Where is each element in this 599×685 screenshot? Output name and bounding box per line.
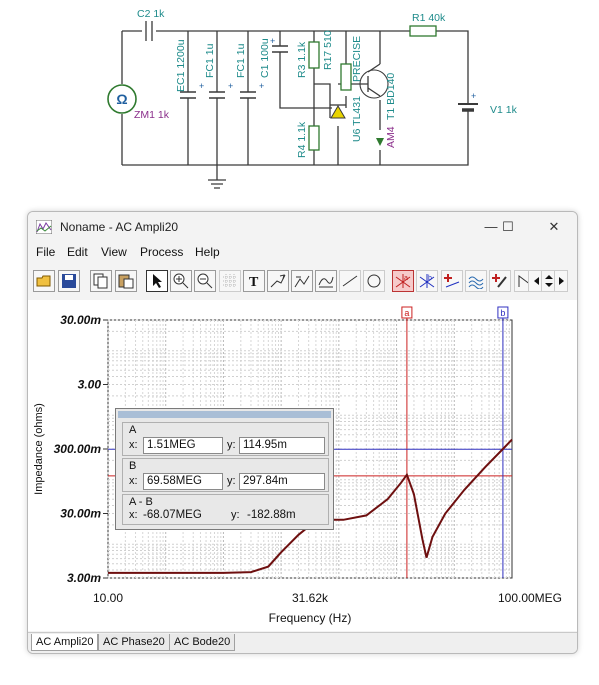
- zoom-in-icon[interactable]: [170, 270, 192, 292]
- label-r1: R1 40k: [412, 12, 446, 24]
- line-icon[interactable]: [339, 270, 361, 292]
- label-precise: PRECISE: [351, 36, 363, 82]
- marker-icon[interactable]: [441, 270, 463, 292]
- wave-icon[interactable]: [465, 270, 487, 292]
- label-r3: R3 1.1k: [296, 41, 308, 78]
- window-title: Noname - AC Ampli20: [60, 220, 179, 234]
- cursor-a-label: a: [404, 308, 409, 318]
- cursor-b-x-field[interactable]: 69.58MEG: [143, 473, 223, 490]
- cursor-diff-y-label: y:: [231, 509, 240, 521]
- menu-bar: File Edit View Process Help: [28, 242, 577, 262]
- svg-text:b: b: [428, 275, 432, 282]
- probe-icon[interactable]: [489, 270, 511, 292]
- cursor-a-x-label: x:: [129, 439, 138, 451]
- label-zm1: ZM1 1k: [134, 109, 170, 121]
- y-tick-label: 30.00m: [60, 507, 101, 521]
- svg-text:a: a: [404, 275, 408, 282]
- x-axis-label: Frequency (Hz): [269, 611, 352, 625]
- y-axis-label: Impedance (ohms): [33, 403, 45, 495]
- menu-process[interactable]: Process: [140, 245, 183, 259]
- menu-edit[interactable]: Edit: [67, 245, 88, 259]
- label-fc1a: FC1 1u: [204, 43, 216, 78]
- cursor-a-y-label: y:: [227, 439, 236, 451]
- label-c1: C1 100u: [259, 38, 271, 78]
- analysis-window: Noname - AC Ampli20 — ☐ ✕ File Edit View…: [27, 211, 578, 654]
- label-ec1: EC1 1200u: [175, 39, 187, 92]
- svg-text:+: +: [199, 81, 204, 91]
- label-t1: T1 BD140: [385, 73, 397, 120]
- save-icon[interactable]: [58, 270, 80, 292]
- analysis-tabs: AC Ampli20 AC Phase20 AC Bode20: [28, 632, 577, 653]
- circle-icon[interactable]: [363, 270, 385, 292]
- svg-text:Ω: Ω: [116, 91, 127, 107]
- cursor-b-label: B: [129, 460, 137, 472]
- plot-area[interactable]: 30.00m 3.00 300.00m 30.00m 3.00m 10.00 31.62k 1…: [28, 300, 577, 631]
- cursor-a-icon[interactable]: a: [392, 270, 414, 292]
- y-tick-label: 30.00m: [60, 313, 101, 327]
- label-am4: AM4: [385, 126, 397, 148]
- label-v1: V1 1k: [490, 104, 518, 116]
- cursor-readout-panel: A x: 1.51MEG y: 114.95m B x: 69.58MEG y:…: [115, 408, 334, 530]
- y-tick-label: 300.00m: [54, 442, 102, 456]
- app-icon: [36, 220, 52, 234]
- label-c2: C2 1k: [137, 8, 165, 20]
- text-icon[interactable]: T: [243, 270, 265, 292]
- tab-ac-bode20[interactable]: AC Bode20: [169, 634, 236, 651]
- pointer-icon[interactable]: [146, 270, 168, 292]
- circuit-schematic: Ω + + ++ + C2 1k R1 40k ZM1 1k V1 1k EC1 1…: [107, 8, 518, 189]
- y-tick-label: 3.00: [78, 378, 102, 392]
- cursor-a-x-field[interactable]: 1.51MEG: [143, 437, 223, 454]
- cursor-diff-group: A - B x: -68.07MEG y: -182.88m: [122, 494, 329, 525]
- cursor-b-group: B x: 69.58MEG y: 297.84m: [122, 458, 329, 492]
- grid-icon[interactable]: [219, 270, 241, 292]
- cursor-diff-x-value: -68.07MEG: [143, 509, 202, 521]
- label-fc1b: FC1 1u: [235, 43, 247, 78]
- title-bar[interactable]: Noname - AC Ampli20 — ☐ ✕: [28, 212, 577, 242]
- label-r4: R4 1.1k: [296, 121, 308, 158]
- scroll-right-icon[interactable]: [554, 270, 568, 292]
- label-u6: U6 TL431: [351, 96, 363, 142]
- cursor-b-icon[interactable]: b: [416, 270, 438, 292]
- svg-text:+: +: [471, 91, 476, 101]
- cursor-a-group: A x: 1.51MEG y: 114.95m: [122, 422, 329, 456]
- menu-help[interactable]: Help: [195, 245, 220, 259]
- cursor-a-label: A: [129, 424, 137, 436]
- draw-icon[interactable]: [267, 270, 289, 292]
- scroll-left-icon[interactable]: [528, 270, 542, 292]
- y-tick-label: 3.00m: [67, 571, 101, 585]
- tab-ac-phase20[interactable]: AC Phase20: [98, 634, 170, 651]
- cursor-diff-x-label: x:: [129, 509, 138, 521]
- zoom-out-icon[interactable]: [194, 270, 216, 292]
- panel-header[interactable]: [118, 411, 331, 418]
- open-icon[interactable]: [33, 270, 55, 292]
- draw2-icon[interactable]: [291, 270, 313, 292]
- menu-file[interactable]: File: [36, 245, 55, 259]
- cursor-diff-label: A - B: [129, 496, 153, 508]
- cursor-diff-y-value: -182.88m: [247, 509, 296, 521]
- cursor-b-label: b: [500, 308, 505, 318]
- svg-text:+: +: [228, 81, 233, 91]
- tab-ac-ampli20[interactable]: AC Ampli20: [31, 634, 99, 651]
- svg-text:T: T: [249, 275, 259, 289]
- x-tick-label: 31.62k: [292, 591, 329, 605]
- x-tick-label: 10.00: [93, 591, 123, 605]
- cursor-b-y-label: y:: [227, 475, 236, 487]
- paste-icon[interactable]: [115, 270, 137, 292]
- cursor-b-x-label: x:: [129, 475, 138, 487]
- curve-icon[interactable]: [315, 270, 337, 292]
- maximize-button[interactable]: ☐: [497, 218, 519, 236]
- cursor-a-y-field[interactable]: 114.95m: [239, 437, 325, 454]
- toolbar: T a b: [28, 267, 577, 297]
- cursor-b-y-field[interactable]: 297.84m: [239, 473, 325, 490]
- x-tick-label: 100.00MEG: [498, 591, 562, 605]
- svg-text:+: +: [259, 81, 264, 91]
- label-r17: R17 510: [322, 30, 334, 70]
- close-button[interactable]: ✕: [543, 218, 565, 236]
- menu-view[interactable]: View: [101, 245, 127, 259]
- scroll-updown-icon[interactable]: [541, 270, 555, 292]
- copy-icon[interactable]: [90, 270, 112, 292]
